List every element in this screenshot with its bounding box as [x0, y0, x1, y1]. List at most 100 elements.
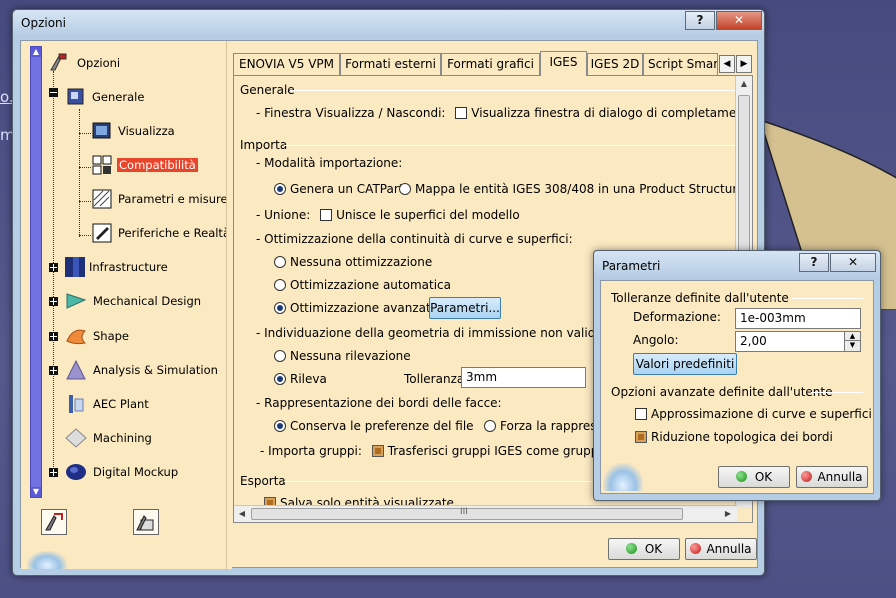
scroll-thumb[interactable]: III — [251, 507, 683, 520]
radio-ottimizzazione-avanzata[interactable]: Ottimizzazione avanzata — [274, 301, 438, 315]
tree-item-generale[interactable]: Generale — [65, 86, 225, 108]
angolo-label: Angolo: — [633, 333, 679, 347]
angolo-input[interactable]: 2,00 — [735, 331, 845, 352]
radio-conserva[interactable]: Conserva le preferenze del file — [274, 419, 474, 433]
valori-predefiniti-button[interactable]: Valori predefiniti — [633, 353, 737, 375]
collapse-icon[interactable] — [49, 88, 58, 97]
compatibilita-icon — [92, 155, 112, 175]
scroll-up-icon[interactable]: ▲ — [736, 76, 752, 92]
option-lock-button[interactable] — [133, 509, 159, 535]
tree-label: Parametri e misure — [118, 192, 226, 206]
deformazione-input[interactable]: 1e-003mm — [735, 308, 861, 329]
parametri-button[interactable]: Parametri... — [429, 297, 501, 319]
expand-icon[interactable] — [49, 263, 58, 272]
tree-item-aec-plant[interactable]: AEC Plant — [65, 393, 225, 415]
visualizza-icon — [92, 122, 111, 139]
tab-enovia[interactable]: ENOVIA V5 VPM — [233, 53, 340, 75]
tree-item-parametri-misure[interactable]: Parametri e misure — [91, 188, 226, 210]
tree-label: Digital Mockup — [93, 465, 179, 479]
dialog-help-button[interactable]: ? — [799, 253, 829, 272]
annulla-button[interactable]: Annulla — [685, 538, 757, 560]
approssimazione-checkbox[interactable]: Approssimazione di curve e superfici — [635, 407, 872, 421]
expand-icon[interactable] — [49, 297, 58, 306]
tab-script-smart[interactable]: Script Smar — [643, 53, 718, 75]
gruppi-row: - Importa gruppi: Trasferisci gruppi IGE… — [260, 444, 645, 458]
divider — [284, 145, 735, 146]
tree-item-machining[interactable]: Machining — [65, 427, 225, 449]
tree-label: Periferiche e Realtà vir — [118, 226, 226, 240]
infrastructure-icon — [65, 257, 85, 277]
tree-label: Infrastructure — [89, 260, 168, 274]
tree-item-analysis-simulation[interactable]: Analysis & Simulation — [65, 359, 225, 381]
gruppi-label: - Importa gruppi: — [260, 444, 362, 458]
finestra-label: - Finestra Visualizza / Nascondi: — [256, 106, 446, 120]
tab-iges[interactable]: IGES — [540, 51, 587, 76]
finestra-checkbox[interactable]: Visualizza finestra di dialogo di comple… — [455, 106, 752, 120]
content-horizontal-scrollbar[interactable]: ◀ III ▶ — [234, 505, 737, 522]
tree-item-shape[interactable]: Shape — [65, 325, 225, 347]
tree-label: Mechanical Design — [93, 294, 202, 308]
tree-scrollbar[interactable]: ▲ ▼ — [30, 46, 42, 498]
tab-scroll-right-icon[interactable]: ▶ — [736, 55, 752, 73]
shape-icon — [66, 329, 87, 345]
tab-scroll-left-icon[interactable]: ◀ — [719, 55, 735, 73]
radio-mappa[interactable]: Mappa le entità IGES 308/408 in una Prod… — [399, 182, 744, 196]
tree-item-infrastructure[interactable]: Infrastructure — [63, 256, 226, 278]
window-titlebar[interactable]: Opzioni ? ✕ — [13, 10, 764, 38]
tree-scroll-down-icon[interactable]: ▼ — [31, 487, 41, 497]
deformazione-label: Deformazione: — [633, 310, 721, 324]
scroll-left-icon[interactable]: ◀ — [234, 506, 250, 522]
reset-options-button[interactable] — [41, 509, 67, 535]
dialog-close-button[interactable]: ✕ — [830, 253, 876, 272]
radio-ottimizzazione-automatica[interactable]: Ottimizzazione automatica — [274, 278, 451, 292]
riduzione-checkbox[interactable]: Riduzione topologica dei bordi — [635, 430, 833, 444]
tree-label: Analysis & Simulation — [93, 363, 218, 377]
radio-catpart[interactable]: Genera un CATPart — [274, 182, 403, 196]
tolleranza-input[interactable]: 3mm — [461, 367, 586, 388]
expand-icon[interactable] — [49, 468, 58, 477]
unione-checkbox[interactable]: Unisce le superfici del modello — [320, 208, 520, 222]
scroll-grip: III — [460, 507, 468, 517]
tree-item-visualizza[interactable]: Visualizza — [91, 120, 226, 142]
tab-formati-grafici[interactable]: Formati grafici — [441, 53, 540, 75]
ok-button[interactable]: OK — [608, 538, 680, 560]
machining-icon — [65, 428, 87, 448]
radio-nessuna-ottimizzazione[interactable]: Nessuna ottimizzazione — [274, 255, 432, 269]
tree-label: Visualizza — [118, 124, 175, 138]
radio-rileva[interactable]: Rileva — [274, 372, 327, 386]
tab-iges-2d[interactable]: IGES 2D — [587, 53, 643, 75]
individuazione-label: - Individuazione della geometria di immi… — [256, 326, 607, 340]
stepper-up-icon[interactable]: ▲ — [845, 332, 860, 341]
unione-row: - Unione: Unisce le superfici del modell… — [256, 208, 520, 222]
panel-splitter[interactable] — [226, 41, 232, 569]
expand-icon[interactable] — [49, 366, 58, 375]
reset-options-icon — [45, 513, 63, 531]
dialog-titlebar[interactable]: Parametri ? ✕ — [594, 251, 880, 279]
scroll-right-icon[interactable]: ▶ — [720, 506, 736, 522]
tab-formati-esterni[interactable]: Formati esterni — [340, 53, 441, 75]
close-button[interactable]: ✕ — [716, 11, 762, 30]
generale-icon — [67, 88, 84, 105]
help-button[interactable]: ? — [685, 11, 715, 30]
tree-item-mechanical-design[interactable]: Mechanical Design — [65, 290, 225, 312]
divider — [290, 90, 735, 91]
tree-scroll-up-icon[interactable]: ▲ — [31, 47, 41, 57]
mechanical-design-icon — [66, 293, 87, 309]
tree-item-compatibilita[interactable]: Compatibilità — [91, 154, 226, 176]
expand-icon[interactable] — [49, 332, 58, 341]
digital-mockup-icon — [66, 464, 86, 480]
radio-nessuna-rilevazione[interactable]: Nessuna rilevazione — [274, 349, 411, 363]
dialog-ok-button[interactable]: OK — [718, 466, 790, 488]
tree-item-digital-mockup[interactable]: Digital Mockup — [65, 461, 225, 483]
parametri-misure-icon — [92, 189, 112, 209]
ok-icon — [735, 471, 747, 482]
ottimizzazione-label: - Ottimizzazione della continuità di cur… — [256, 232, 573, 246]
tree-label: Machining — [93, 431, 152, 445]
periferiche-icon — [92, 223, 112, 243]
tree-item-periferiche[interactable]: Periferiche e Realtà vir — [91, 222, 226, 244]
tab-bar: ENOVIA V5 VPM Formati esterni Formati gr… — [233, 51, 756, 76]
dialog-annulla-button[interactable]: Annulla — [796, 466, 868, 488]
angolo-stepper[interactable]: ▲ ▼ — [844, 331, 861, 352]
tree-item-opzioni[interactable]: Opzioni — [47, 52, 226, 74]
stepper-down-icon[interactable]: ▼ — [845, 341, 860, 350]
